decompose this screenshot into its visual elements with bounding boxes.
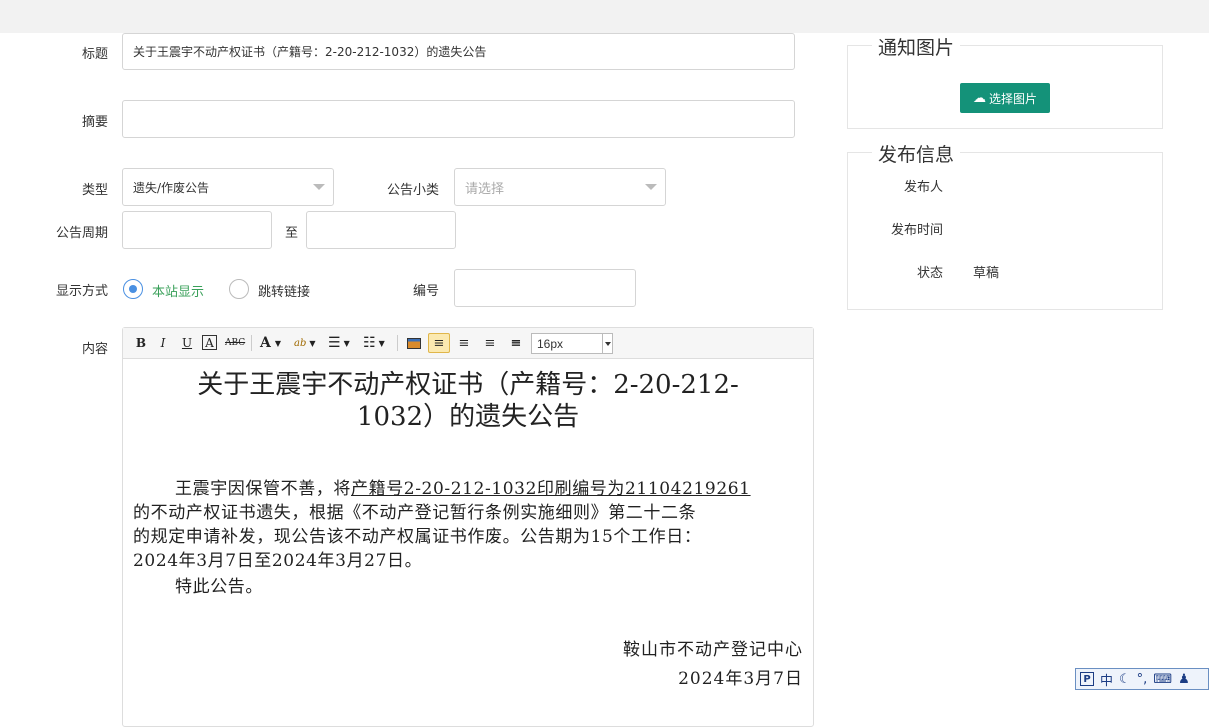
document-paragraph-1: 王震宇因保管不善，将产籍号2-20-212-1032印刷编号为211042192… [133, 477, 805, 573]
underline-button[interactable]: U [178, 333, 196, 353]
align-right-icon: ≡ [484, 335, 496, 351]
user-icon[interactable]: ♟ [1178, 672, 1190, 687]
title-label: 标题 [81, 47, 108, 62]
subtype-placeholder: 请选择 [465, 181, 505, 197]
number-label: 编号 [412, 284, 439, 299]
ordered-list-button[interactable]: ☰ ▼ [328, 333, 350, 353]
font-color-label: A [260, 335, 271, 351]
radio-local-display-label[interactable]: 本站显示 [152, 281, 204, 300]
select-image-button[interactable]: ☁ 选择图片 [960, 83, 1050, 113]
type-select[interactable]: 遗失/作废公告 [122, 168, 334, 206]
font-size-select[interactable]: 16px [531, 333, 613, 354]
summary-input[interactable] [122, 100, 795, 138]
image-icon [407, 337, 421, 349]
ime-logo-icon: P [1080, 672, 1094, 686]
period-start-input[interactable] [122, 211, 272, 249]
period-label: 公告周期 [55, 226, 108, 241]
toolbar-separator [397, 335, 398, 351]
signature-organization: 鞍山市不动产登记中心 [623, 640, 803, 660]
display-mode-label: 显示方式 [55, 284, 108, 299]
document-title-line-1: 关于王震宇不动产权证书（产籍号：2-20-212- [197, 370, 739, 400]
content-label: 内容 [81, 342, 108, 357]
justify-button[interactable]: ≡ [507, 333, 525, 353]
number-input[interactable] [454, 269, 636, 307]
period-end-input[interactable] [306, 211, 456, 249]
bold-button[interactable]: B [132, 333, 150, 353]
rich-text-editor[interactable]: B I U A ABC A ▼ ab ▼ ☰ ▼ ☷ ▼ ≡ ≡ ≡ ≡ 16p… [122, 327, 814, 727]
strikethrough-button[interactable]: ABC [225, 333, 245, 353]
signature-date: 2024年3月7日 [678, 669, 803, 689]
status-label: 状态 [916, 266, 943, 281]
chevron-down-icon [645, 184, 657, 190]
ordered-list-icon: ☰ [328, 335, 341, 351]
unordered-list-icon: ☷ [363, 335, 376, 351]
highlight-button[interactable]: ab ▼ [294, 333, 316, 353]
paragraph-line-4: 2024年3月7日至2024年3月27日。 [133, 551, 423, 571]
caret-down-icon: ▼ [274, 338, 282, 348]
font-color-button[interactable]: A ▼ [260, 333, 281, 353]
subtype-label: 公告小类 [386, 183, 439, 198]
cloud-upload-icon: ☁ [972, 90, 986, 106]
type-select-value: 遗失/作废公告 [133, 180, 210, 195]
select-image-label: 选择图片 [988, 91, 1037, 106]
unordered-list-button[interactable]: ☷ ▼ [363, 333, 385, 353]
align-right-button[interactable]: ≡ [481, 333, 499, 353]
radio-redirect-link[interactable] [229, 279, 249, 299]
caret-down-icon: ▼ [343, 338, 350, 348]
highlight-label: ab [294, 337, 307, 349]
paragraph-line-3: 的规定申请补发，现公告该不动产权属证书作废。公告期为15个工作日： [133, 527, 702, 547]
ime-toolbar[interactable]: P 中 ☾ °, ⌨ ♟ [1075, 668, 1209, 690]
moon-icon[interactable]: ☾ [1119, 672, 1131, 687]
font-size-value: 16px [537, 336, 564, 351]
document-title-line-2: 1032）的遗失公告 [356, 402, 580, 432]
title-input[interactable]: 关于王震宇不动产权证书（产籍号：2-20-212-1032）的遗失公告 [122, 33, 795, 70]
publish-info-legend: 发布信息 [872, 140, 961, 167]
caret-down-icon: ▼ [378, 338, 385, 348]
radio-redirect-link-label[interactable]: 跳转链接 [258, 281, 310, 300]
justify-icon: ≡ [510, 335, 522, 351]
chevron-down-icon [602, 334, 612, 353]
ime-mode[interactable]: 中 [1100, 670, 1113, 689]
notification-image-legend: 通知图片 [872, 33, 961, 60]
paragraph-lead-text: 王震宇因保管不善，将 [175, 479, 351, 499]
status-value: 草稿 [973, 266, 1000, 281]
align-left-icon: ≡ [433, 335, 445, 351]
radio-local-display[interactable] [123, 279, 143, 299]
paragraph-underlined-text: 产籍号2-20-212-1032印刷编号为21104219261 [351, 479, 751, 499]
subtype-select[interactable]: 请选择 [454, 168, 666, 206]
align-center-icon: ≡ [458, 335, 470, 351]
publisher-label: 发布人 [903, 180, 943, 195]
insert-image-button[interactable] [405, 333, 423, 353]
punctuation-icon[interactable]: °, [1137, 672, 1148, 687]
border-text-button[interactable]: A [202, 335, 217, 350]
document-paragraph-2: 特此公告。 [175, 577, 263, 597]
document-title: 关于王震宇不动产权证书（产籍号：2-20-212- 1032）的遗失公告 [133, 369, 803, 433]
toolbar-separator [251, 335, 252, 351]
align-center-button[interactable]: ≡ [455, 333, 473, 353]
type-label: 类型 [81, 183, 108, 198]
align-left-button[interactable]: ≡ [428, 333, 450, 353]
keyboard-icon[interactable]: ⌨ [1153, 672, 1172, 687]
editor-toolbar: B I U A ABC A ▼ ab ▼ ☰ ▼ ☷ ▼ ≡ ≡ ≡ ≡ 16p… [123, 328, 813, 359]
caret-down-icon: ▼ [309, 338, 316, 348]
publish-time-label: 发布时间 [890, 223, 943, 238]
italic-button[interactable]: I [154, 333, 172, 353]
period-to-label: 至 [284, 226, 298, 241]
paragraph-line-2: 的不动产权证书遗失，根据《不动产登记暂行条例实施细则》第二十二条 [133, 503, 697, 523]
top-bar [0, 0, 1209, 33]
chevron-down-icon [313, 184, 325, 190]
summary-label: 摘要 [81, 115, 108, 130]
